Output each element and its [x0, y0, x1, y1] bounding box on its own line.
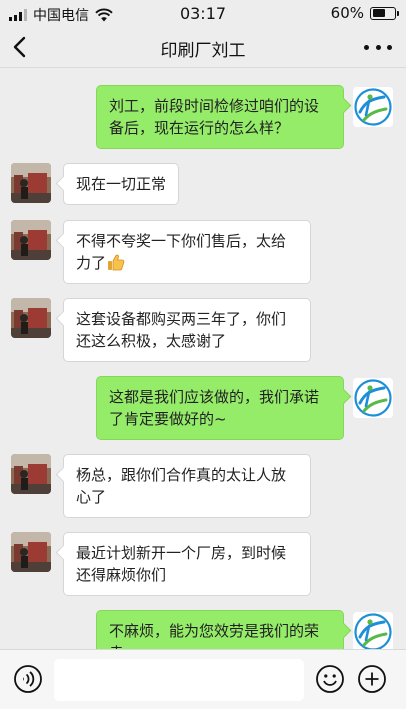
message-bubble-received[interactable]: 现在一切正常 — [63, 163, 180, 205]
message-input[interactable] — [54, 659, 304, 701]
message-bubble-received[interactable]: 最近计划新开一个厂房，到时候还得麻烦你们 — [63, 532, 311, 596]
chat-message-list[interactable]: 刘工，前段时间检修过咱们的设备后，现在运行的怎么样？ 现在一切正常 不得不夸奖一… — [0, 69, 406, 649]
self-avatar[interactable] — [353, 378, 393, 418]
company-logo-icon — [353, 612, 393, 649]
contact-photo-icon — [11, 220, 51, 260]
message-bubble-sent[interactable]: 这都是我们应该做的，我们承诺了肯定要做好的~ — [96, 376, 344, 440]
contact-photo-icon — [11, 454, 51, 494]
self-avatar[interactable] — [353, 87, 393, 127]
message-bubble-received[interactable]: 杨总，跟你们合作真的太让人放心了 — [63, 454, 311, 518]
input-bar — [0, 649, 406, 709]
battery-percent: 60% — [330, 4, 364, 22]
battery-icon — [370, 6, 399, 20]
contact-photo-icon — [11, 532, 51, 572]
company-logo-icon — [353, 87, 393, 127]
emoji-icon[interactable] — [315, 664, 345, 694]
contact-avatar[interactable] — [11, 532, 51, 572]
battery-fill — [372, 9, 386, 17]
more-dots-icon[interactable] — [364, 34, 392, 60]
message-bubble-sent[interactable]: 刘工，前段时间检修过咱们的设备后，现在运行的怎么样？ — [96, 85, 344, 149]
contact-avatar[interactable] — [11, 163, 51, 203]
self-avatar[interactable] — [353, 612, 393, 649]
status-right: 60% — [330, 4, 399, 22]
contact-photo-icon — [11, 298, 51, 338]
contact-photo-icon — [11, 163, 51, 203]
company-logo-icon — [353, 378, 393, 418]
message-bubble-received[interactable]: 不得不夸奖一下你们售后，太给力了 — [63, 220, 311, 284]
contact-avatar[interactable] — [11, 454, 51, 494]
contact-avatar[interactable] — [11, 298, 51, 338]
contact-avatar[interactable] — [11, 220, 51, 260]
message-bubble-received[interactable]: 这套设备都购买两三年了，你们还这么积极，太感谢了 — [63, 298, 311, 362]
voice-icon[interactable] — [13, 664, 43, 694]
plus-icon[interactable] — [357, 664, 387, 694]
nav-bar: 印刷厂刘工 — [0, 26, 406, 68]
status-bar: 中国电信 03:17 60% — [0, 0, 406, 26]
thumbs-up-icon — [108, 254, 125, 271]
message-bubble-sent[interactable]: 不麻烦，能为您效劳是我们的荣幸 — [96, 610, 344, 649]
chat-title: 印刷厂刘工 — [160, 41, 246, 61]
